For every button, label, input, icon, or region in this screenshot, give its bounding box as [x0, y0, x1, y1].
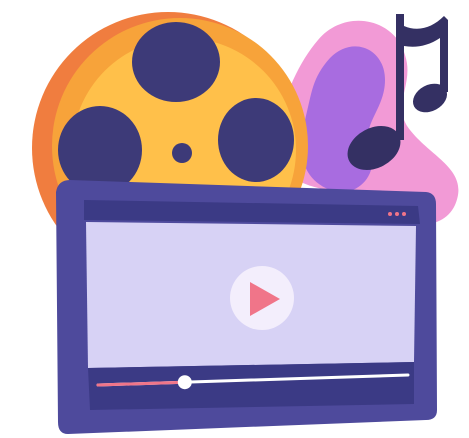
control-bar: [88, 362, 414, 410]
progress-handle[interactable]: [177, 375, 192, 390]
window-controls: [388, 212, 406, 216]
reel-hub: [172, 143, 192, 163]
video-media-illustration: [32, 12, 459, 434]
window-dot: [402, 212, 406, 216]
reel-hole-top: [132, 22, 220, 102]
window-dot: [395, 212, 399, 216]
window-dot: [388, 212, 392, 216]
note-beam: [396, 14, 448, 140]
video-player: [56, 180, 437, 434]
reel-hole-right: [218, 98, 294, 182]
